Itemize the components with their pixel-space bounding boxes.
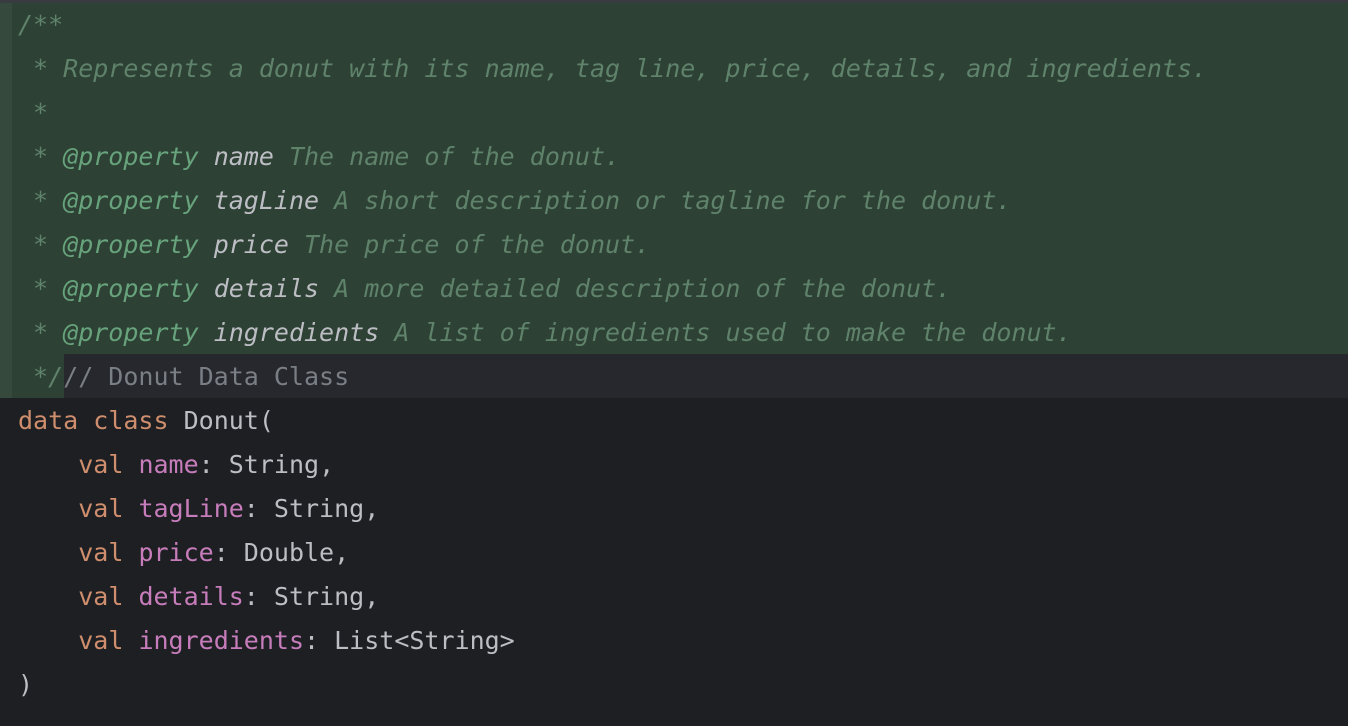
doc-param-name: details [213,274,320,303]
code-line-4[interactable]: * @property name The name of the donut. [18,135,620,179]
keyword-val: val [78,538,124,567]
doc-space [199,142,214,171]
property-type: : String, [243,494,380,523]
doc-star: * [18,230,64,259]
code-editor[interactable]: /** * Represents a donut with its name, … [0,0,1348,726]
keyword-class: class [93,406,169,435]
doc-comment-blank: * [18,98,49,127]
code-line-5[interactable]: * @property tagLine A short description … [18,179,1011,223]
doc-text: The name of the donut. [273,142,621,171]
line-comment: // Donut Data Class [63,362,350,391]
doc-text: A list of ingredients used to make the d… [379,318,1072,347]
code-line-10[interactable]: data class Donut( [18,399,274,443]
doc-space [199,274,214,303]
code-line-2[interactable]: * Represents a donut with its name, tag … [18,47,1207,91]
close-paren: ) [18,670,34,699]
code-line-6[interactable]: * @property price The price of the donut… [18,223,650,267]
doc-text: A more detailed description of the donut… [319,274,952,303]
doc-star: * [18,142,64,171]
open-paren: ( [258,406,274,435]
code-line-9[interactable]: */// Donut Data Class [18,355,349,399]
code-line-14[interactable]: val details: String, [18,575,379,619]
doc-star: * [18,186,64,215]
doc-tag: @property [63,186,199,215]
doc-star: * [18,274,64,303]
property-name: name [138,450,199,479]
code-line-1[interactable]: /** [18,3,63,47]
doc-param-name: name [213,142,274,171]
doc-text: A short description or tagline for the d… [319,186,1012,215]
doc-comment-open: /** [18,10,64,39]
doc-param-name: price [213,230,289,259]
property-type: : String, [243,582,380,611]
keyword-val: val [78,450,124,479]
change-gutter-marker[interactable] [0,3,12,398]
property-name: tagLine [138,494,244,523]
keyword-data: data [18,406,79,435]
code-line-3[interactable]: * [18,91,48,135]
property-type: : Double, [213,538,350,567]
doc-param-name: tagLine [213,186,320,215]
doc-space [199,230,214,259]
property-type: : String, [198,450,335,479]
code-line-7[interactable]: * @property details A more detailed desc… [18,267,951,311]
keyword-val: val [78,626,124,655]
doc-space [199,318,214,347]
doc-comment-close: */ [18,362,64,391]
doc-tag: @property [63,274,199,303]
doc-tag: @property [63,142,199,171]
doc-param-name: ingredients [213,318,380,347]
property-name: ingredients [138,626,305,655]
code-line-15[interactable]: val ingredients: List<String> [18,619,515,663]
doc-comment-summary: * Represents a donut with its name, tag … [18,54,1208,83]
code-line-16[interactable]: ) [18,663,33,707]
code-line-8[interactable]: * @property ingredients A list of ingred… [18,311,1072,355]
code-line-13[interactable]: val price: Double, [18,531,349,575]
property-name: details [138,582,244,611]
doc-star: * [18,318,64,347]
keyword-val: val [78,582,124,611]
doc-tag: @property [63,318,199,347]
code-line-11[interactable]: val name: String, [18,443,334,487]
doc-text: The price of the donut. [288,230,651,259]
doc-tag: @property [63,230,199,259]
property-type: : List<String> [304,626,515,655]
doc-space [199,186,214,215]
class-name: Donut [183,406,259,435]
code-line-12[interactable]: val tagLine: String, [18,487,379,531]
property-name: price [138,538,214,567]
keyword-val: val [78,494,124,523]
